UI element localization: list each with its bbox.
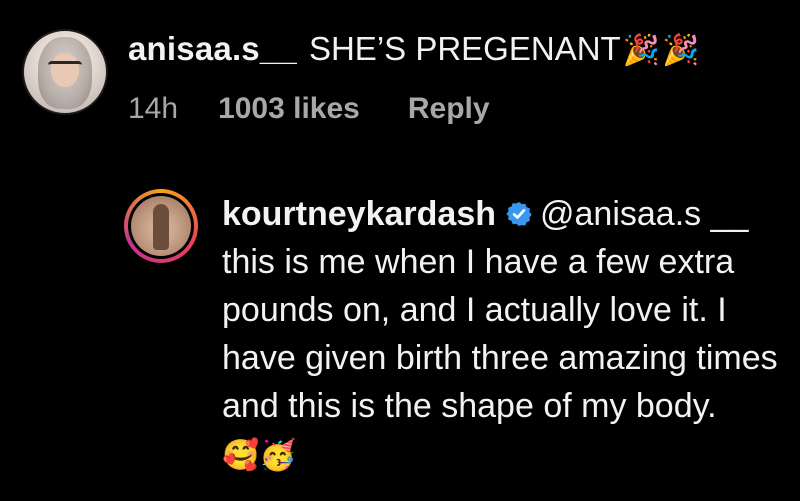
reply-button[interactable]: Reply (408, 92, 490, 126)
comment-text: SHE’S PREGENANT (308, 30, 621, 67)
avatar-figure (153, 204, 169, 250)
partying-face-emoji: 🥳 (259, 439, 297, 473)
comment-meta: 14h 1003 likes Reply (128, 92, 490, 126)
avatar-glasses (48, 61, 82, 73)
commenter-username[interactable]: anisaa.s__ (128, 30, 297, 68)
reply-mention-link[interactable]: @anisaa.s (540, 195, 701, 233)
replier-username[interactable]: kourtneykardash (222, 195, 496, 233)
replier-avatar-photo (131, 196, 191, 256)
smiling-face-with-hearts-emoji: 🥰 (222, 439, 260, 473)
comment-thread: anisaa.s__ SHE’S PREGENANT 🎉 🎉 14h 1003 … (0, 0, 800, 501)
replier-avatar-story-ring[interactable] (124, 189, 198, 263)
commenter-avatar[interactable] (22, 29, 108, 115)
verified-badge-icon (506, 201, 532, 227)
comment-likes-count[interactable]: 1003 likes (218, 92, 360, 126)
comment-timestamp: 14h (128, 92, 179, 125)
party-popper-emoji: 🎉 (662, 34, 700, 67)
party-popper-emoji: 🎉 (622, 34, 661, 67)
replier-avatar[interactable] (128, 193, 194, 259)
comment-row: anisaa.s__ SHE’S PREGENANT 🎉 🎉 (128, 30, 699, 68)
reply-body: kourtneykardash @anisaa.s __ this is me … (222, 190, 782, 478)
reply-emojis: 🥰🥳 (222, 435, 297, 473)
